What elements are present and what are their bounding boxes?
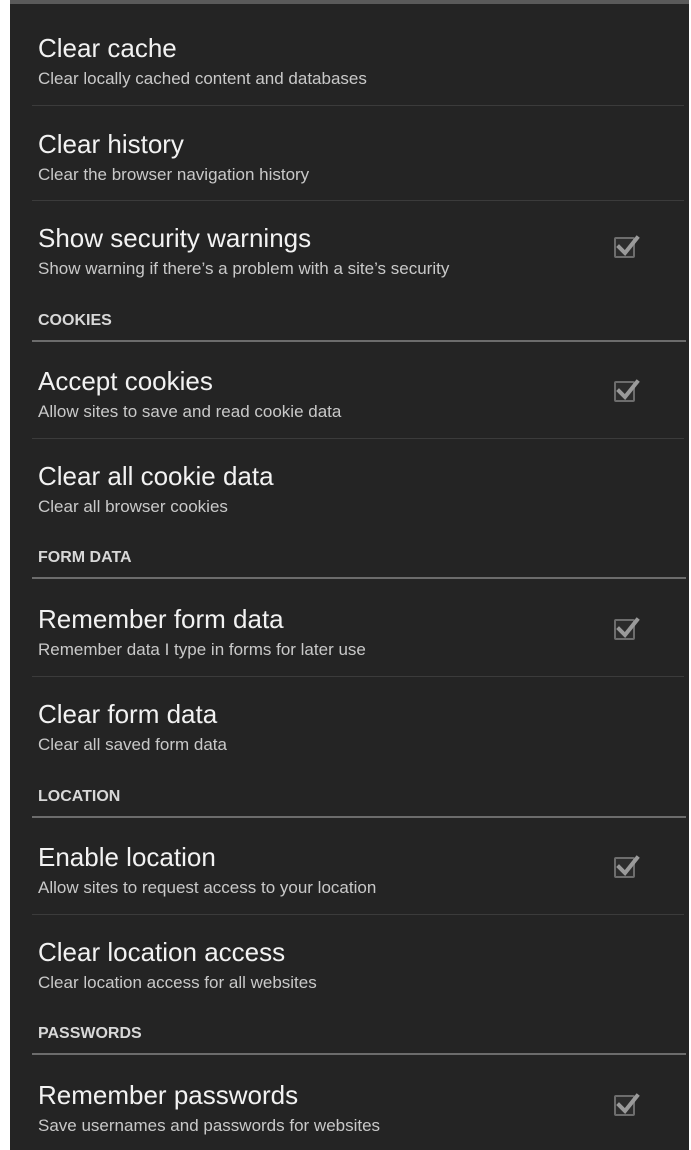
check-icon — [616, 379, 640, 400]
setting-summary: Clear locally cached content and databas… — [38, 69, 367, 88]
setting-clear-history[interactable]: Clear history Clear the browser navigati… — [10, 129, 689, 199]
section-header-line — [32, 1053, 686, 1055]
setting-clear-form-data[interactable]: Clear form data Clear all saved form dat… — [10, 699, 689, 769]
setting-title: Clear history — [38, 129, 184, 159]
section-header-passwords: PASSWORDS — [38, 1025, 142, 1042]
setting-title: Clear form data — [38, 699, 218, 729]
setting-accept-cookies[interactable]: Accept cookies Allow sites to save and r… — [10, 366, 689, 436]
setting-summary: Save usernames and passwords for website… — [38, 1116, 381, 1135]
setting-security-warnings[interactable]: Show security warnings Show warning if t… — [10, 223, 689, 293]
check-icon — [616, 855, 640, 876]
section-header-cookies: COOKIES — [38, 312, 112, 329]
divider — [32, 200, 684, 201]
check-icon — [616, 235, 640, 256]
section-header-line — [32, 340, 686, 342]
setting-remember-form-data[interactable]: Remember form data Remember data I type … — [10, 604, 689, 674]
setting-title: Clear all cookie data — [38, 461, 274, 491]
divider — [32, 105, 684, 106]
setting-clear-cookies[interactable]: Clear all cookie data Clear all browser … — [10, 461, 689, 531]
setting-title: Clear cache — [38, 33, 177, 63]
remember-passwords-checkbox[interactable] — [614, 1093, 640, 1116]
section-header-location: LOCATION — [38, 788, 121, 805]
setting-summary: Allow sites to request access to your lo… — [38, 878, 377, 897]
remember-form-data-checkbox[interactable] — [614, 617, 640, 640]
setting-title: Remember passwords — [38, 1080, 299, 1110]
setting-title: Enable location — [38, 842, 216, 872]
setting-enable-location[interactable]: Enable location Allow sites to request a… — [10, 842, 689, 912]
divider — [32, 438, 684, 439]
divider — [32, 676, 684, 677]
setting-summary: Allow sites to save and read cookie data — [38, 402, 342, 421]
setting-summary: Show warning if there’s a problem with a… — [38, 259, 450, 278]
divider — [32, 914, 684, 915]
setting-title: Show security warnings — [38, 223, 312, 253]
setting-summary: Clear location access for all websites — [38, 973, 317, 992]
check-icon — [616, 617, 640, 638]
check-icon — [616, 1093, 640, 1114]
settings-screen: Clear cache Clear locally cached content… — [10, 0, 689, 1150]
setting-summary: Clear all saved form data — [38, 735, 227, 754]
setting-title: Clear location access — [38, 937, 286, 967]
setting-clear-location[interactable]: Clear location access Clear location acc… — [10, 937, 689, 1007]
setting-title: Accept cookies — [38, 366, 213, 396]
section-header-form-data: FORM DATA — [38, 549, 132, 566]
setting-clear-cache[interactable]: Clear cache Clear locally cached content… — [10, 33, 689, 103]
security-warnings-checkbox[interactable] — [614, 235, 640, 258]
section-header-line — [32, 577, 686, 579]
setting-summary: Clear the browser navigation history — [38, 165, 310, 184]
setting-remember-passwords[interactable]: Remember passwords Save usernames and pa… — [10, 1080, 689, 1150]
section-header-line — [32, 816, 686, 818]
setting-summary: Remember data I type in forms for later … — [38, 640, 366, 659]
setting-summary: Clear all browser cookies — [38, 497, 228, 516]
top-edge — [10, 0, 689, 4]
accept-cookies-checkbox[interactable] — [614, 379, 640, 402]
enable-location-checkbox[interactable] — [614, 855, 640, 878]
setting-title: Remember form data — [38, 604, 284, 634]
